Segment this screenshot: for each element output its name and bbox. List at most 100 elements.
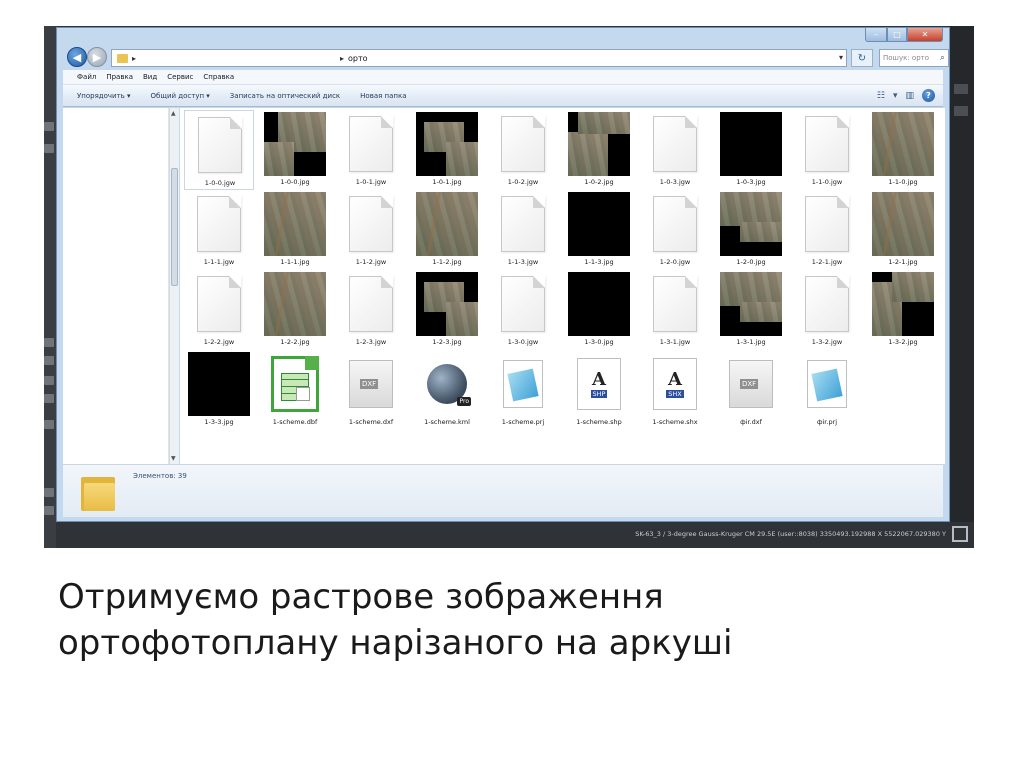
menu-edit[interactable]: Правка <box>106 73 133 81</box>
file-item[interactable]: 1-3-1.jpg <box>716 270 786 350</box>
status-bar: SK-63_3 / 3-degree Gauss-Kruger CM 29.5E… <box>56 522 974 548</box>
strip-mark <box>44 488 54 497</box>
document-icon <box>188 272 250 336</box>
file-item[interactable]: 1-0-2.jgw <box>488 110 558 190</box>
file-name: 1-2-0.jgw <box>659 258 691 266</box>
file-item[interactable]: 1-1-3.jgw <box>488 190 558 270</box>
file-name: фir.prj <box>816 418 838 426</box>
spreadsheet-icon <box>264 352 326 416</box>
file-name: 1-3-2.jpg <box>888 338 918 346</box>
search-input[interactable]: Пошук: орто ⌕ <box>879 49 949 67</box>
file-item[interactable]: A SHP 1-scheme.shp <box>564 350 634 430</box>
file-item[interactable]: 1-0-0.jgw <box>184 110 254 190</box>
file-item[interactable]: DXF 1-scheme.dxf <box>336 350 406 430</box>
views-dropdown-icon[interactable]: ▾ <box>893 91 898 101</box>
file-item[interactable]: 1-1-1.jgw <box>184 190 254 270</box>
file-name: 1-2-1.jpg <box>888 258 918 266</box>
file-item[interactable]: 1-0-0.jpg <box>260 110 330 190</box>
scroll-up-icon[interactable]: ▲ <box>171 110 176 117</box>
address-dropdown-icon[interactable]: ▾ <box>839 53 843 62</box>
file-item[interactable]: 1-3-1.jgw <box>640 270 710 350</box>
file-item[interactable]: 1-2-3.jpg <box>412 270 482 350</box>
image-thumbnail <box>720 192 782 256</box>
file-item[interactable]: 1-scheme.prj <box>488 350 558 430</box>
file-item[interactable]: 1-2-2.jgw <box>184 270 254 350</box>
organize-button[interactable]: Упорядочить ▾ <box>77 92 131 100</box>
file-name: 1-scheme.dbf <box>272 418 318 426</box>
document-icon <box>340 272 402 336</box>
file-item[interactable]: 1-3-0.jpg <box>564 270 634 350</box>
file-item[interactable]: 1-2-0.jgw <box>640 190 710 270</box>
burn-button[interactable]: Записать на оптический диск <box>230 92 340 100</box>
file-item[interactable]: 1-3-0.jgw <box>488 270 558 350</box>
preview-pane-icon[interactable]: ▥ <box>905 91 914 101</box>
file-item[interactable]: 1-2-0.jpg <box>716 190 786 270</box>
caption-line-2: ортофотоплану нарізаного на аркуші <box>58 623 733 663</box>
file-name: 1-3-3.jpg <box>204 418 234 426</box>
file-item[interactable]: 1-2-3.jgw <box>336 270 406 350</box>
menu-view[interactable]: Вид <box>143 73 157 81</box>
file-item[interactable]: 1-1-2.jpg <box>412 190 482 270</box>
document-icon <box>796 112 858 176</box>
file-item[interactable]: 1-1-3.jpg <box>564 190 634 270</box>
image-thumbnail <box>264 272 326 336</box>
file-name: 1-1-2.jpg <box>432 258 462 266</box>
file-item[interactable]: 1-1-0.jgw <box>792 110 862 190</box>
help-icon[interactable]: ? <box>922 89 935 102</box>
file-item[interactable]: A SHX 1-scheme.shx <box>640 350 710 430</box>
new-folder-button[interactable]: Новая папка <box>360 92 406 100</box>
file-name: 1-1-0.jpg <box>888 178 918 186</box>
file-item[interactable]: 1-3-3.jpg <box>184 350 254 430</box>
scroll-down-icon[interactable]: ▼ <box>171 455 176 462</box>
image-thumbnail <box>264 112 326 176</box>
file-item[interactable]: 1-0-1.jgw <box>336 110 406 190</box>
file-name: 1-0-3.jgw <box>659 178 691 186</box>
file-name: 1-1-3.jgw <box>507 258 539 266</box>
menu-file[interactable]: Файл <box>77 73 96 81</box>
file-item[interactable]: 1-1-2.jgw <box>336 190 406 270</box>
navigation-scrollbar[interactable]: ▲ ▼ <box>169 108 179 464</box>
image-thumbnail <box>416 192 478 256</box>
image-thumbnail <box>872 272 934 336</box>
file-item[interactable]: 1-0-3.jpg <box>716 110 786 190</box>
file-name: 1-2-2.jgw <box>203 338 235 346</box>
file-item[interactable]: 1-scheme.dbf <box>260 350 330 430</box>
file-item[interactable]: 1-1-0.jpg <box>868 110 938 190</box>
file-name: 1-1-0.jgw <box>811 178 843 186</box>
file-item[interactable]: DXF фir.dxf <box>716 350 786 430</box>
file-item[interactable]: 1-3-2.jgw <box>792 270 862 350</box>
menu-tools[interactable]: Сервис <box>167 73 193 81</box>
share-button[interactable]: Общий доступ ▾ <box>151 92 210 100</box>
refresh-button[interactable]: ↻ <box>851 49 873 67</box>
file-name: 1-3-0.jpg <box>584 338 614 346</box>
search-placeholder: Пошук: орто <box>883 54 929 62</box>
file-item[interactable]: 1-2-1.jgw <box>792 190 862 270</box>
panel-icon <box>954 84 968 94</box>
file-item[interactable]: фir.prj <box>792 350 862 430</box>
file-item[interactable]: 1-0-2.jpg <box>564 110 634 190</box>
breadcrumb-current-folder[interactable]: орто <box>348 54 368 63</box>
file-item[interactable]: 1-3-2.jpg <box>868 270 938 350</box>
snap-icon[interactable] <box>952 526 968 542</box>
file-item[interactable]: Pro 1-scheme.kml <box>412 350 482 430</box>
file-item[interactable]: 1-2-2.jpg <box>260 270 330 350</box>
file-item[interactable]: 1-0-1.jpg <box>412 110 482 190</box>
navigation-pane[interactable] <box>63 108 169 464</box>
file-item[interactable]: 1-1-1.jpg <box>260 190 330 270</box>
file-name: 1-0-2.jgw <box>507 178 539 186</box>
strip-mark <box>44 122 54 131</box>
address-bar[interactable]: ▸ ▸ орто ▾ <box>111 49 847 67</box>
document-icon <box>492 112 554 176</box>
forward-button[interactable]: ▶ <box>87 47 107 67</box>
file-item[interactable]: 1-2-1.jpg <box>868 190 938 270</box>
shp-file-icon: A SHP <box>568 352 630 416</box>
file-item[interactable]: 1-0-3.jgw <box>640 110 710 190</box>
back-button[interactable]: ◀ <box>67 47 87 67</box>
menu-help[interactable]: Справка <box>203 73 234 81</box>
views-icon[interactable]: ☷ <box>877 91 885 101</box>
scrollbar-thumb[interactable] <box>171 168 178 286</box>
forward-arrow-icon: ▶ <box>92 50 102 64</box>
back-arrow-icon: ◀ <box>72 50 82 64</box>
screenshot-area: – □ ✕ ◀ ▶ ▸ ▸ орто ▾ ↻ Пошук: орто ⌕ Фай… <box>44 26 974 548</box>
file-name: 1-scheme.shp <box>576 418 622 426</box>
